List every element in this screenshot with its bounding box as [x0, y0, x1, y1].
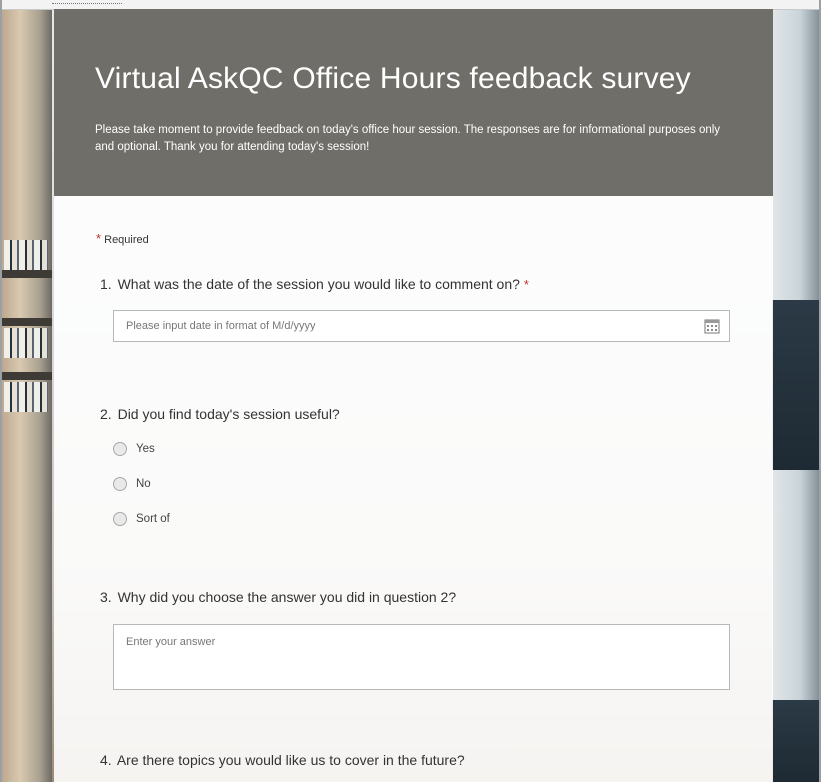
- radio-label: Sort of: [136, 513, 170, 525]
- required-label: Required: [104, 234, 149, 246]
- books-decoration: [4, 382, 48, 412]
- focus-dots: [52, 3, 122, 4]
- radio-button[interactable]: [113, 477, 127, 491]
- date-input[interactable]: Please input date in format of M/d/yyyy: [113, 310, 730, 342]
- radio-option-yes[interactable]: Yes: [113, 441, 155, 457]
- question-text: Did you find today's session useful?: [117, 406, 340, 422]
- date-input-placeholder: Please input date in format of M/d/yyyy: [126, 320, 316, 332]
- radio-button[interactable]: [113, 442, 127, 456]
- survey-header: Virtual AskQC Office Hours feedback surv…: [54, 9, 773, 196]
- question-text: What was the date of the session you wou…: [117, 276, 520, 292]
- books-decoration: [4, 328, 48, 358]
- bookshelf-decoration: [0, 372, 52, 380]
- survey-title: Virtual AskQC Office Hours feedback surv…: [95, 62, 691, 95]
- question-4-title: 4. Are there topics you would like us to…: [100, 752, 465, 768]
- radio-option-no[interactable]: No: [113, 476, 151, 492]
- person-decoration: [772, 300, 821, 470]
- question-number: 3.: [100, 589, 112, 605]
- books-decoration: [4, 240, 48, 270]
- bookshelf-decoration: [0, 270, 52, 278]
- required-star: *: [96, 231, 102, 246]
- window-border-left: [0, 0, 2, 782]
- question-3-title: 3. Why did you choose the answer you did…: [100, 589, 456, 605]
- radio-button[interactable]: [113, 512, 127, 526]
- bookshelf-decoration: [0, 318, 52, 326]
- radio-label: Yes: [136, 443, 155, 455]
- question-1-title: 1. What was the date of the session you …: [100, 276, 529, 292]
- question-number: 4.: [100, 752, 112, 768]
- radio-option-sort-of[interactable]: Sort of: [113, 511, 170, 527]
- question-2-title: 2. Did you find today's session useful?: [100, 406, 340, 422]
- question-number: 2.: [100, 406, 112, 422]
- calendar-icon[interactable]: [704, 318, 720, 334]
- survey-description: Please take moment to provide feedback o…: [95, 124, 721, 153]
- question-text: Are there topics you would like us to co…: [116, 752, 465, 768]
- person-decoration: [772, 700, 821, 782]
- required-star: *: [523, 277, 529, 292]
- radio-label: No: [136, 478, 151, 490]
- question-text: Why did you choose the answer you did in…: [117, 589, 457, 605]
- answer-placeholder: Enter your answer: [126, 636, 216, 648]
- answer-textarea[interactable]: Enter your answer: [113, 624, 730, 690]
- question-number: 1.: [100, 276, 112, 292]
- required-note: * Required: [96, 231, 149, 246]
